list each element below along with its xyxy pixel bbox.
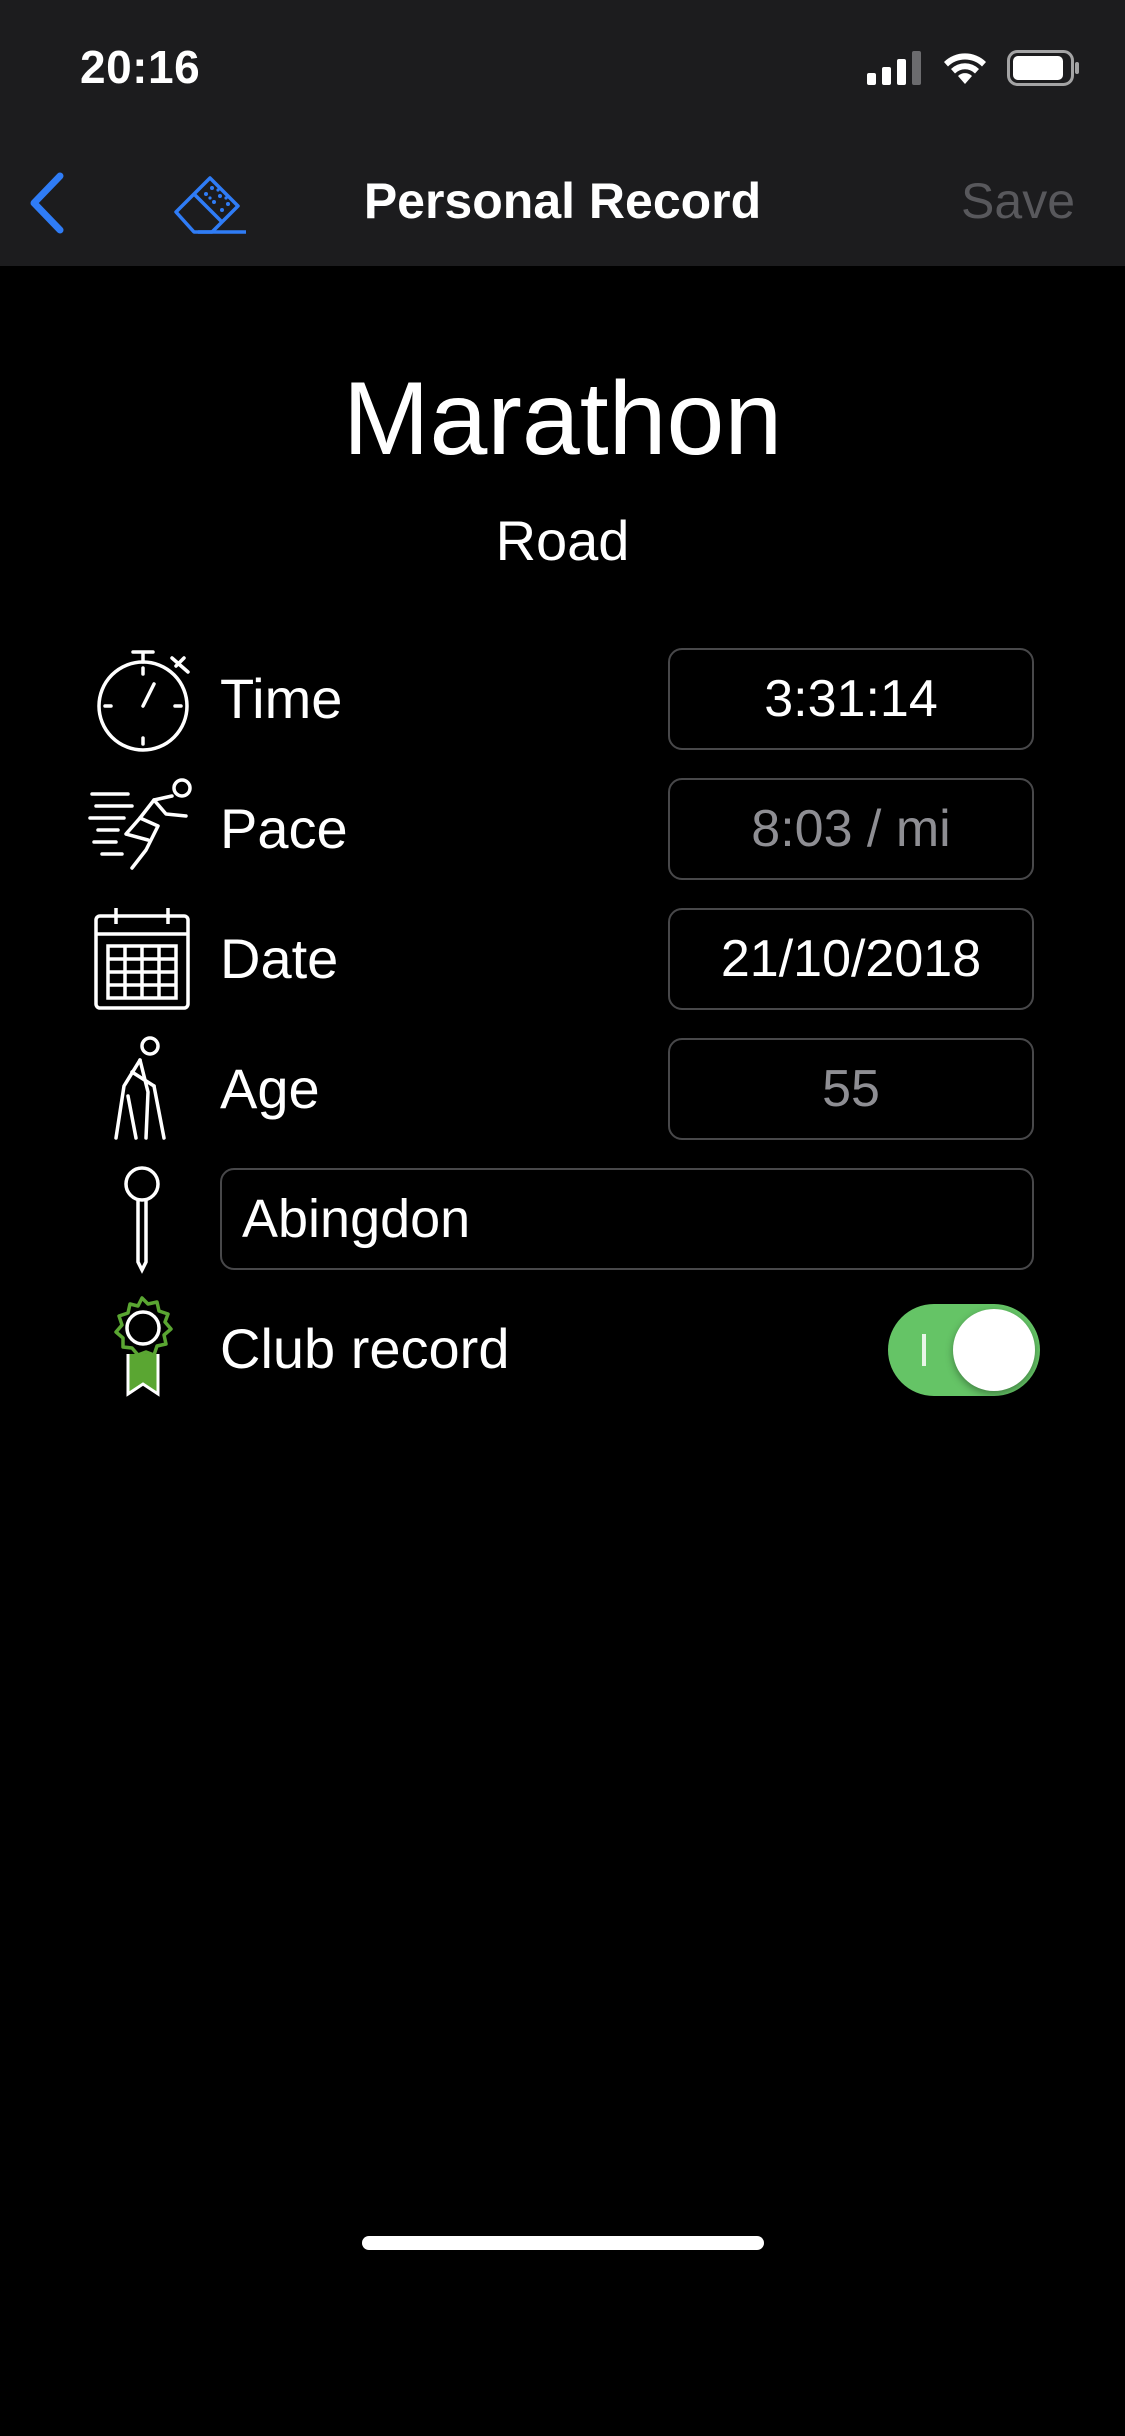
status-time: 20:16 (80, 41, 201, 93)
save-button[interactable]: Save (961, 172, 1075, 230)
event-type: Road (495, 509, 630, 572)
location-row: Abingdon (0, 1164, 1125, 1274)
date-row: Date 21/10/2018 (0, 904, 1125, 1014)
event-name: Marathon (342, 361, 783, 477)
club-record-row: Club record (0, 1294, 1125, 1404)
status-bar: 20:16 (0, 0, 1125, 140)
date-label: Date (220, 927, 339, 990)
page-title: Personal Record (363, 173, 762, 229)
time-field[interactable]: 3:31:14 (668, 648, 1034, 750)
battery-icon (1007, 50, 1079, 86)
award-ribbon-icon (88, 1294, 198, 1404)
navigation-bar: Personal Record Save (0, 140, 1125, 266)
cellular-signal-icon (867, 51, 921, 85)
club-record-label: Club record (220, 1317, 510, 1380)
pace-row: Pace 8:03 / mi (0, 774, 1125, 884)
time-row: Time 3:31:14 (0, 644, 1125, 754)
age-label: Age (220, 1057, 320, 1120)
wifi-icon (944, 53, 986, 84)
stopwatch-icon (88, 644, 198, 754)
toggle-knob (953, 1309, 1035, 1391)
home-indicator (362, 2236, 764, 2250)
location-pin-icon (88, 1164, 198, 1274)
pace-label: Pace (220, 797, 348, 860)
pace-field: 8:03 / mi (668, 778, 1034, 880)
location-field[interactable]: Abingdon (220, 1168, 1034, 1270)
age-field: 55 (668, 1038, 1034, 1140)
date-field[interactable]: 21/10/2018 (668, 908, 1034, 1010)
runner-icon (88, 774, 198, 884)
elderly-person-icon (88, 1034, 198, 1144)
age-row: Age 55 (0, 1034, 1125, 1144)
calendar-icon (88, 904, 198, 1014)
status-icons (867, 48, 1081, 88)
toggle-on-mark (922, 1334, 926, 1366)
club-record-toggle[interactable] (888, 1304, 1040, 1396)
time-label: Time (220, 667, 343, 730)
